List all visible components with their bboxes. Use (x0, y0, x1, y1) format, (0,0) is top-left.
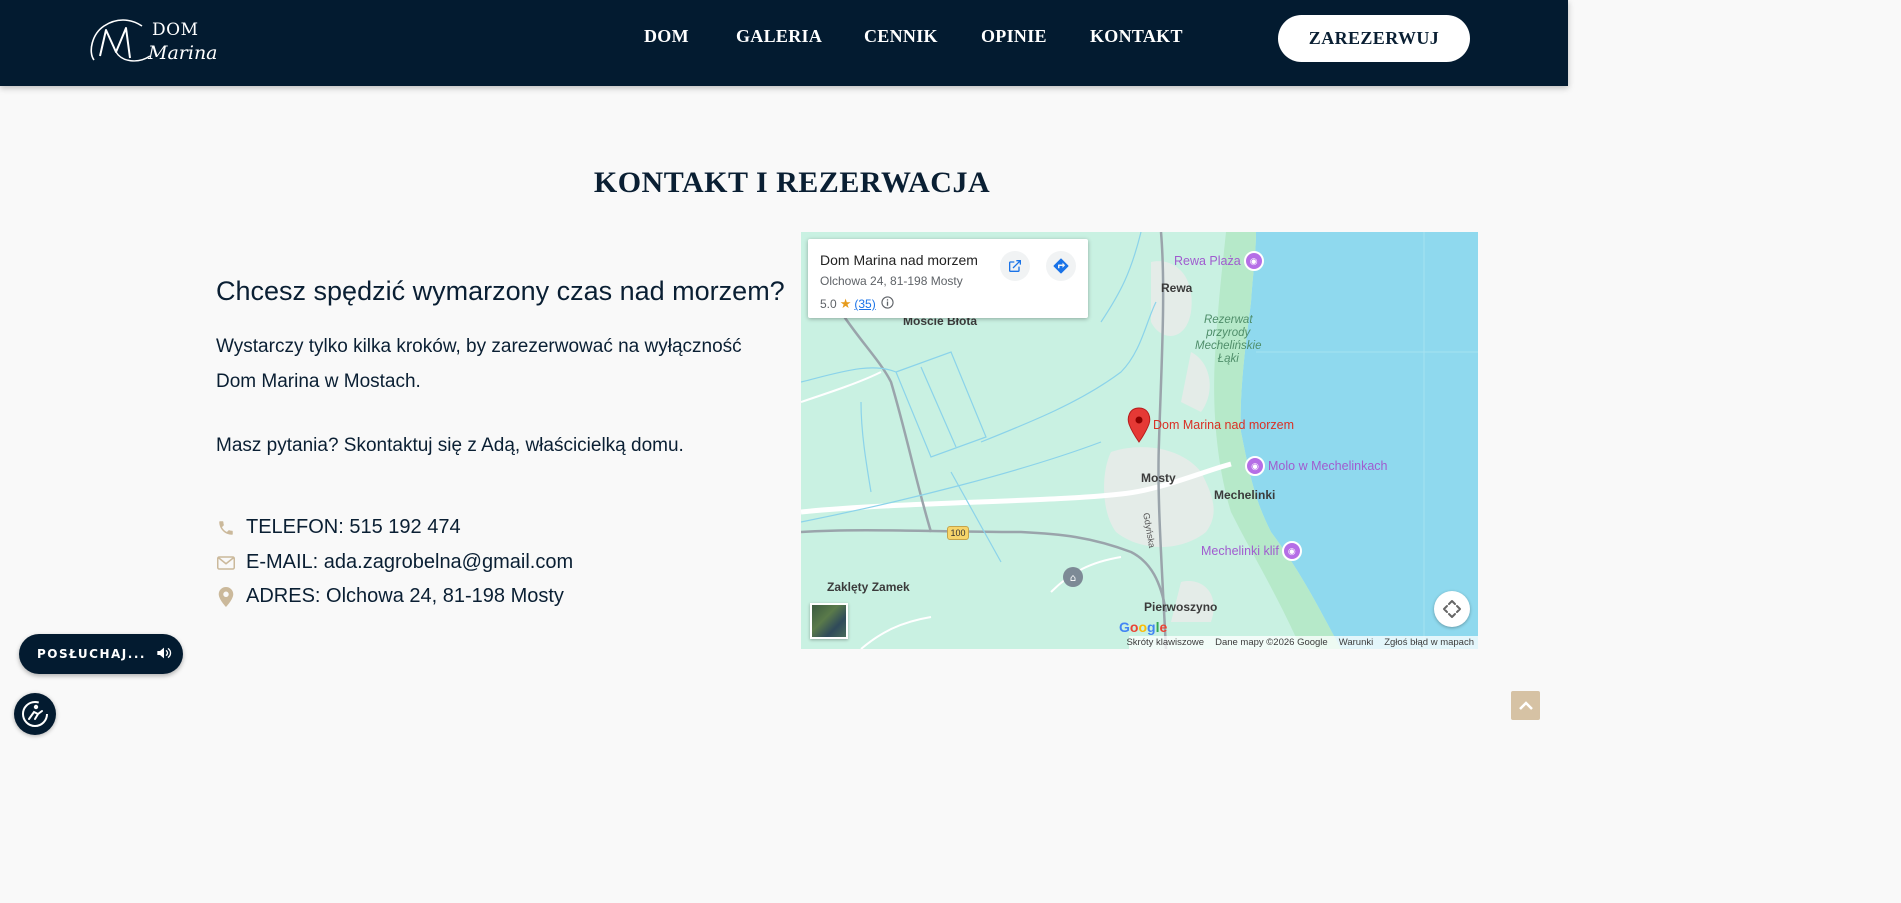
directions-icon[interactable] (1046, 251, 1076, 281)
contact-address-text: ADRES: Olchowa 24, 81-198 Mosty (246, 585, 564, 607)
reserve-button[interactable]: ZAREZERWUJ (1278, 15, 1470, 62)
phone-icon (216, 518, 236, 538)
map-label-rewa: Rewa (1161, 281, 1193, 295)
map-footer: Skróty klawiszowe Dane mapy ©2026 Google… (1126, 636, 1478, 649)
nav-dom[interactable]: DOM (644, 26, 689, 47)
accessibility-button[interactable] (14, 693, 56, 735)
keyboard-shortcuts-link[interactable]: Skróty klawiszowe (1126, 637, 1204, 648)
star-icon: ★ (839, 296, 852, 311)
chevron-up-icon (1518, 700, 1533, 710)
lead-heading: Chcesz spędzić wymarzony czas nad morzem… (216, 276, 785, 306)
logo[interactable]: DOM Marina (86, 12, 231, 70)
scroll-to-top-button[interactable] (1511, 691, 1540, 720)
road-shield-100: 100 (947, 526, 969, 540)
mail-icon (216, 553, 236, 573)
contact-email[interactable]: E-MAIL: ada.zagrobelna@gmail.com (216, 551, 573, 574)
logo-monogram-icon (90, 19, 151, 62)
intro-paragraph: Wystarczy tylko kilka kroków, by zarezer… (216, 336, 742, 392)
contact-address[interactable]: ADRES: Olchowa 24, 81-198 Mosty (216, 585, 564, 608)
listen-label: POSŁUCHAJ... (37, 647, 146, 661)
poi-klif[interactable]: Mechelinki klif ◉ (1201, 541, 1302, 561)
google-logo: Google (1119, 619, 1168, 635)
map-label-reserve: Rezerwat przyrody Mechelińskie Łąki (1195, 314, 1262, 365)
rating-value: 5.0 (820, 297, 837, 311)
map-label-pierwoszyno: Pierwoszyno (1144, 600, 1218, 614)
fullscreen-button[interactable] (1434, 591, 1470, 627)
map-label-mosty: Mosty (1141, 471, 1176, 485)
camera-icon: ◉ (1281, 541, 1302, 561)
open-external-icon[interactable] (1000, 251, 1030, 281)
section-title: KONTAKT I REZERWACJA (593, 166, 991, 199)
place-name: Dom Marina nad morzem (820, 252, 978, 268)
poi-molo-label: Molo w Mechelinkach (1268, 459, 1388, 473)
accessibility-icon (22, 701, 48, 727)
report-error-link[interactable]: Zgłoś błąd w mapach (1384, 637, 1474, 648)
map-label-mechelinki: Mechelinki (1214, 488, 1276, 502)
info-icon[interactable] (881, 296, 894, 312)
map-info-card: Dom Marina nad morzem Olchowa 24, 81-198… (808, 239, 1088, 318)
pin-icon (216, 586, 236, 607)
google-map[interactable]: ⌂ Moście Błota Rewa Rezerwat przyrody Me… (801, 232, 1478, 649)
contact-phone-text: TELEFON: 515 192 474 (246, 516, 461, 538)
nav-galeria[interactable]: GALERIA (736, 26, 822, 47)
poi-rewa-plaza[interactable]: Rewa Plaża ◉ (1174, 251, 1264, 271)
terms-link[interactable]: Warunki (1339, 637, 1374, 648)
poi-molo[interactable]: ◉ Molo w Mechelinkach (1245, 456, 1388, 476)
contact-email-text: E-MAIL: ada.zagrobelna@gmail.com (246, 551, 574, 573)
nav-cennik[interactable]: CENNIK (864, 26, 938, 47)
logo-line1: DOM (152, 20, 199, 40)
poi-rewa-plaza-label: Rewa Plaża (1174, 254, 1241, 268)
contact-phone[interactable]: TELEFON: 515 192 474 (216, 516, 461, 539)
satellite-layer-toggle[interactable] (810, 603, 848, 639)
nav-opinie[interactable]: OPINIE (981, 26, 1047, 47)
place-address: Olchowa 24, 81-198 Mosty (820, 274, 963, 288)
marker-label[interactable]: Dom Marina nad morzem (1153, 418, 1294, 432)
question-paragraph: Masz pytania? Skontaktuj się z Adą, właś… (216, 435, 684, 456)
speaker-icon (156, 646, 172, 663)
map-label-zaklety-zamek: Zaklęty Zamek (827, 580, 910, 594)
camera-icon: ◉ (1245, 456, 1265, 476)
place-rating: 5.0 ★ (35) (820, 296, 894, 312)
top-navigation-bar: DOM Marina DOM GALERIA CENNIK OPINIE KON… (0, 0, 1568, 86)
logo-line2: Marina (148, 42, 218, 64)
map-data-attribution: Dane mapy ©2026 Google (1215, 637, 1328, 648)
marker-label-text: Dom Marina nad morzem (1153, 418, 1295, 432)
poi-klif-label: Mechelinki klif (1201, 544, 1279, 558)
listen-button[interactable]: POSŁUCHAJ... (19, 634, 183, 674)
reviews-link[interactable]: (35) (854, 297, 875, 311)
fullscreen-icon (1443, 600, 1461, 618)
svg-text:⌂: ⌂ (1070, 573, 1076, 584)
camera-icon: ◉ (1243, 251, 1264, 271)
nav-kontakt[interactable]: KONTAKT (1090, 26, 1183, 47)
